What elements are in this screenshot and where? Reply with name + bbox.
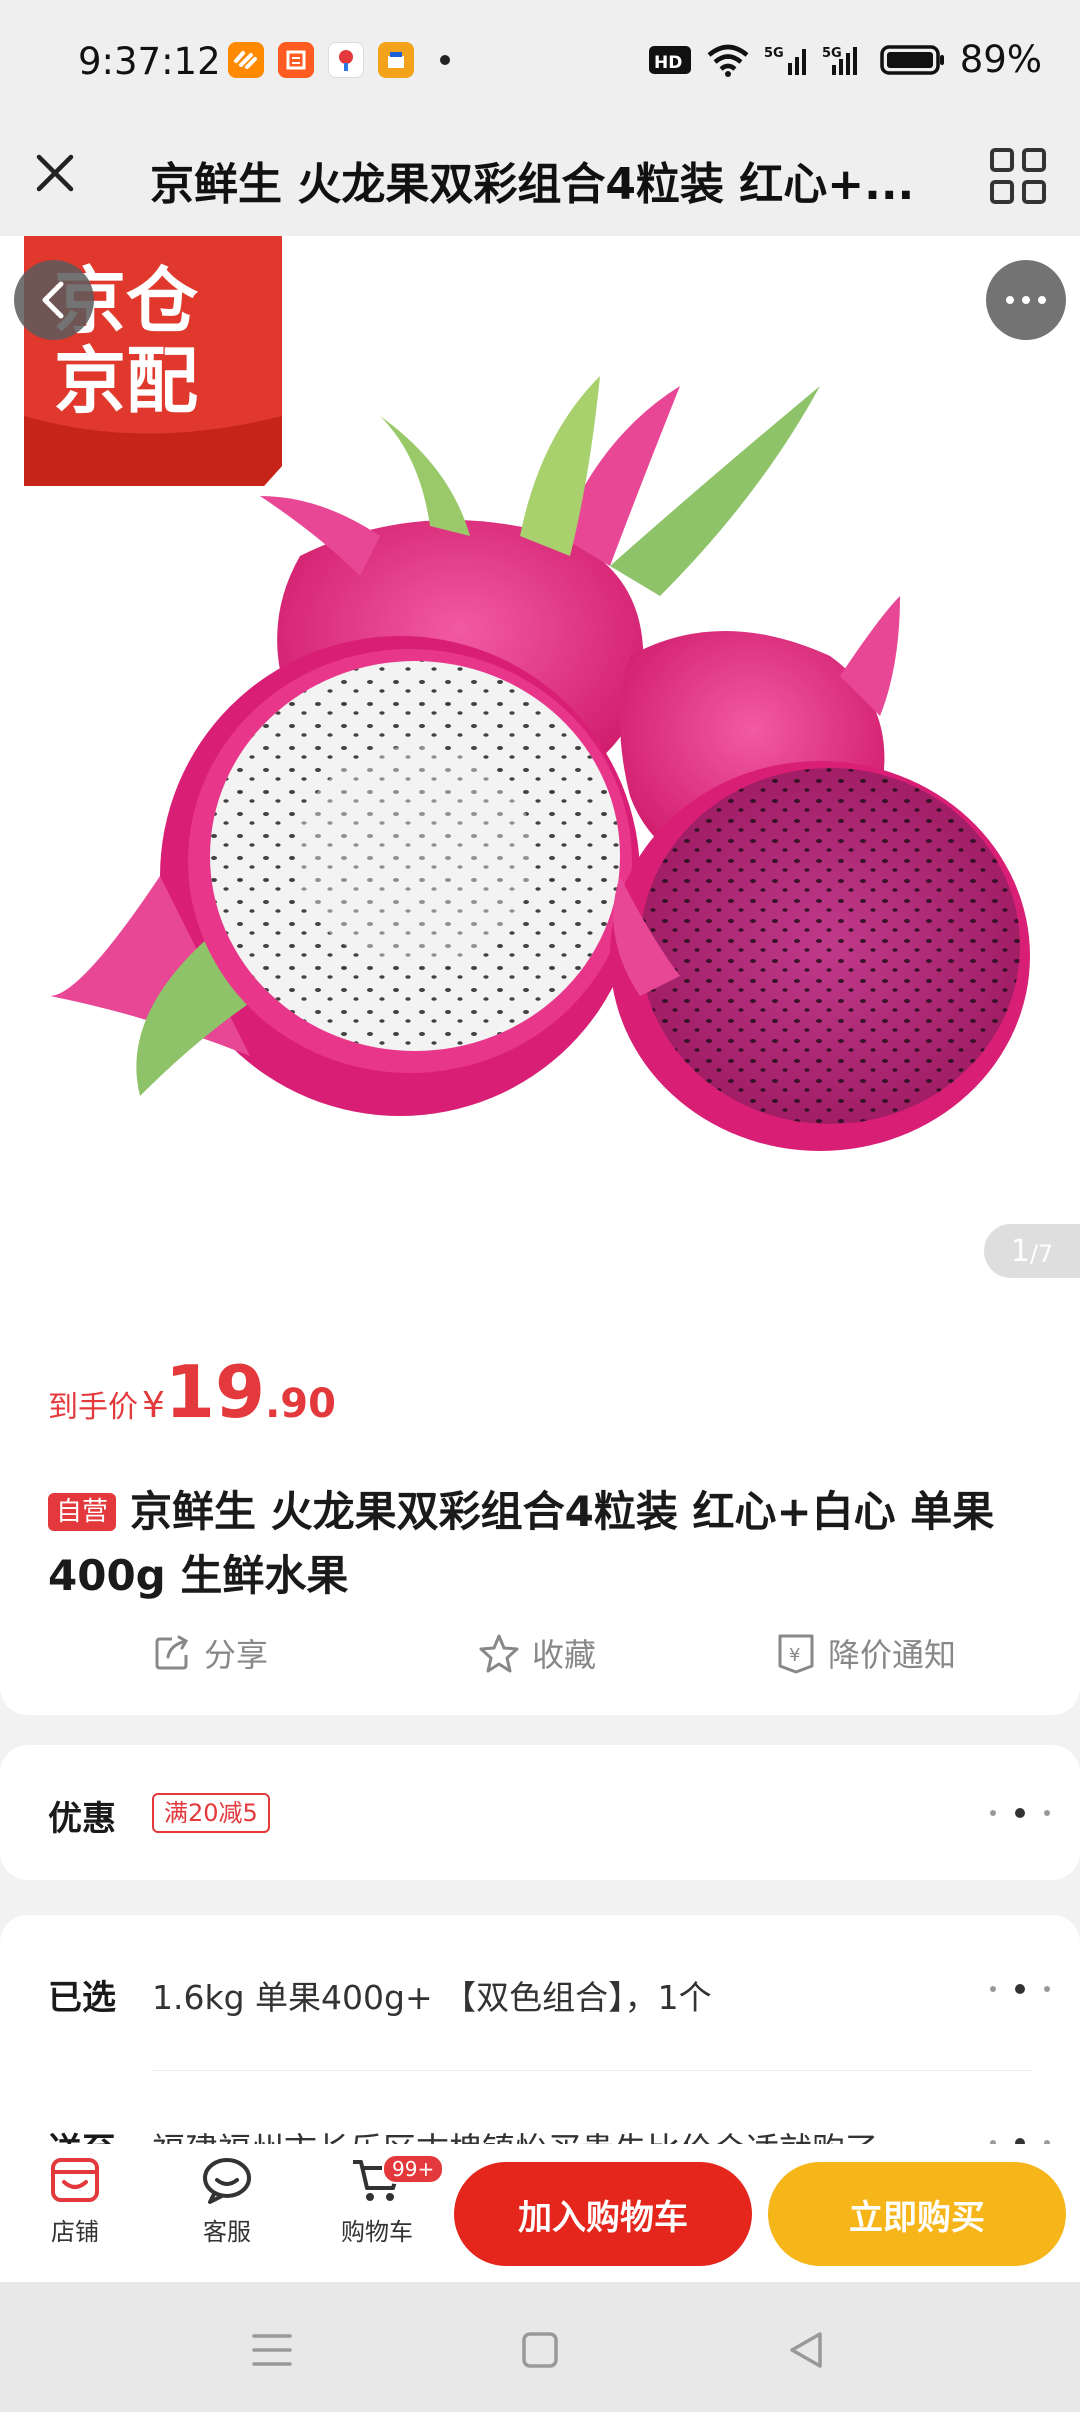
status-app-icons [228,42,450,78]
price-label: 到手价 [48,1390,138,1425]
screen: 9:37:12 HD 5G 5G 89% 京鲜生 火龙果双彩组合4粒装 红心+.… [0,0,1080,2412]
chat-icon [203,2158,251,2204]
hd-icon: HD [648,45,691,74]
selected-value[interactable]: 1.6kg 单果400g+ 【双色组合】，1个 [152,1971,712,2019]
price-alert-label: 降价通知 [828,1636,957,1674]
product-title-text: 京鲜生 火龙果双彩组合4粒装 红心+白心 单果400g 生鲜水果 [48,1487,995,1600]
cart-button[interactable]: 购物车 99+ [322,2154,445,2274]
product-image-carousel[interactable]: 京仓 京配 1 /7 [0,236,1080,1300]
selection-card: 已选 1.6kg 单果400g+ 【双色组合】，1个 送至 福建福州市长乐区古槐… [0,1915,1080,2175]
signal-5g-icon-1: 5G [764,46,806,75]
self-operated-badge: 自营 [48,1493,117,1531]
grid-icon [990,148,1046,204]
manman-icon [278,42,314,78]
more-dot-icon [1038,296,1046,304]
map-icon [328,42,364,78]
store-label: 店铺 [51,2218,99,2246]
system-navigation-bar [0,2282,1080,2412]
selected-label: 已选 [48,1978,116,2018]
cart-count-badge: 99+ [382,2154,445,2184]
price-integer: 19 [164,1350,266,1434]
chevron-left-icon [42,281,64,319]
menu-nav-button[interactable] [232,2310,312,2390]
more-options-icon[interactable] [990,1803,1050,1823]
product-title: 自营 京鲜生 火龙果双彩组合4粒装 红心+白心 单果400g 生鲜水果 [48,1480,1038,1608]
svg-text:5G: 5G [822,46,842,61]
svg-text:HD: HD [654,53,682,73]
divider [152,2070,1032,2071]
menu-icon [252,2334,292,2366]
back-nav-button[interactable] [766,2310,846,2390]
buy-now-button[interactable]: 立即购买 [768,2162,1066,2266]
more-button[interactable] [986,260,1066,340]
battery-percentage: 89% [959,38,1042,81]
customer-service-button[interactable]: 客服 [172,2154,282,2274]
title-bar: 京鲜生 火龙果双彩组合4粒装 红心+... [0,120,1080,236]
price: 到手价 ¥ 19 .90 [48,1350,336,1434]
page-total: /7 [1029,1240,1054,1268]
grid-menu-button[interactable] [986,144,1050,208]
home-nav-button[interactable] [500,2310,580,2390]
page-title: 京鲜生 火龙果双彩组合4粒装 红心+... [150,159,910,210]
battery-icon [880,44,944,75]
taobao-icon [228,42,264,78]
image-page-indicator: 1 /7 [984,1224,1080,1278]
coupon-tag: 满20减5 [152,1793,270,1833]
share-icon [155,1635,189,1670]
cart-label: 购物车 [341,2218,413,2246]
shop-icon [378,42,414,78]
badge-line2: 京配 [54,339,198,423]
promotion-label: 优惠 [48,1799,116,1839]
status-bar: 9:37:12 HD 5G 5G 89% [0,0,1080,120]
back-triangle-icon [790,2332,822,2368]
add-to-cart-button[interactable]: 加入购物车 [454,2162,752,2266]
promotion-row[interactable]: 优惠 满20减5 [0,1745,1080,1880]
price-decimal: .90 [265,1381,336,1427]
product-actions: 分享 收藏 ¥ 降价通知 [0,1630,1080,1690]
share-label: 分享 [204,1636,269,1674]
more-dot-icon [1022,296,1030,304]
wifi-icon [707,44,749,77]
svg-text:5G: 5G [764,46,784,61]
status-time: 9:37:12 [78,40,221,83]
close-icon [36,154,74,192]
price-currency: ¥ [142,1385,165,1426]
notification-dot-icon [440,55,450,65]
favorite-button[interactable]: 收藏 [478,1630,596,1676]
svg-text:¥: ¥ [789,1645,800,1666]
bottom-action-bar: 店铺 客服 购物车 99+ 加入购物车 立即购买 [0,2144,1080,2282]
status-right: HD 5G 5G 89% [648,38,1042,81]
store-icon [51,2158,99,2202]
selection-more-icon[interactable] [990,1979,1050,1999]
price-tag-icon: ¥ [778,1634,814,1674]
signal-5g-icon-2: 5G [822,46,857,75]
back-button[interactable] [14,260,94,340]
more-dot-icon [1006,296,1014,304]
service-label: 客服 [203,2218,251,2246]
star-icon [479,1634,519,1673]
price-alert-button[interactable]: ¥ 降价通知 [776,1630,956,1676]
share-button[interactable]: 分享 [152,1630,268,1676]
close-button[interactable] [22,140,88,206]
product-info-card: 到手价 ¥ 19 .90 自营 京鲜生 火龙果双彩组合4粒装 红心+白心 单果40… [0,1300,1080,1715]
store-button[interactable]: 店铺 [20,2154,130,2274]
home-square-icon [522,2332,558,2368]
page-current: 1 [1010,1233,1030,1269]
favorite-label: 收藏 [532,1636,597,1674]
